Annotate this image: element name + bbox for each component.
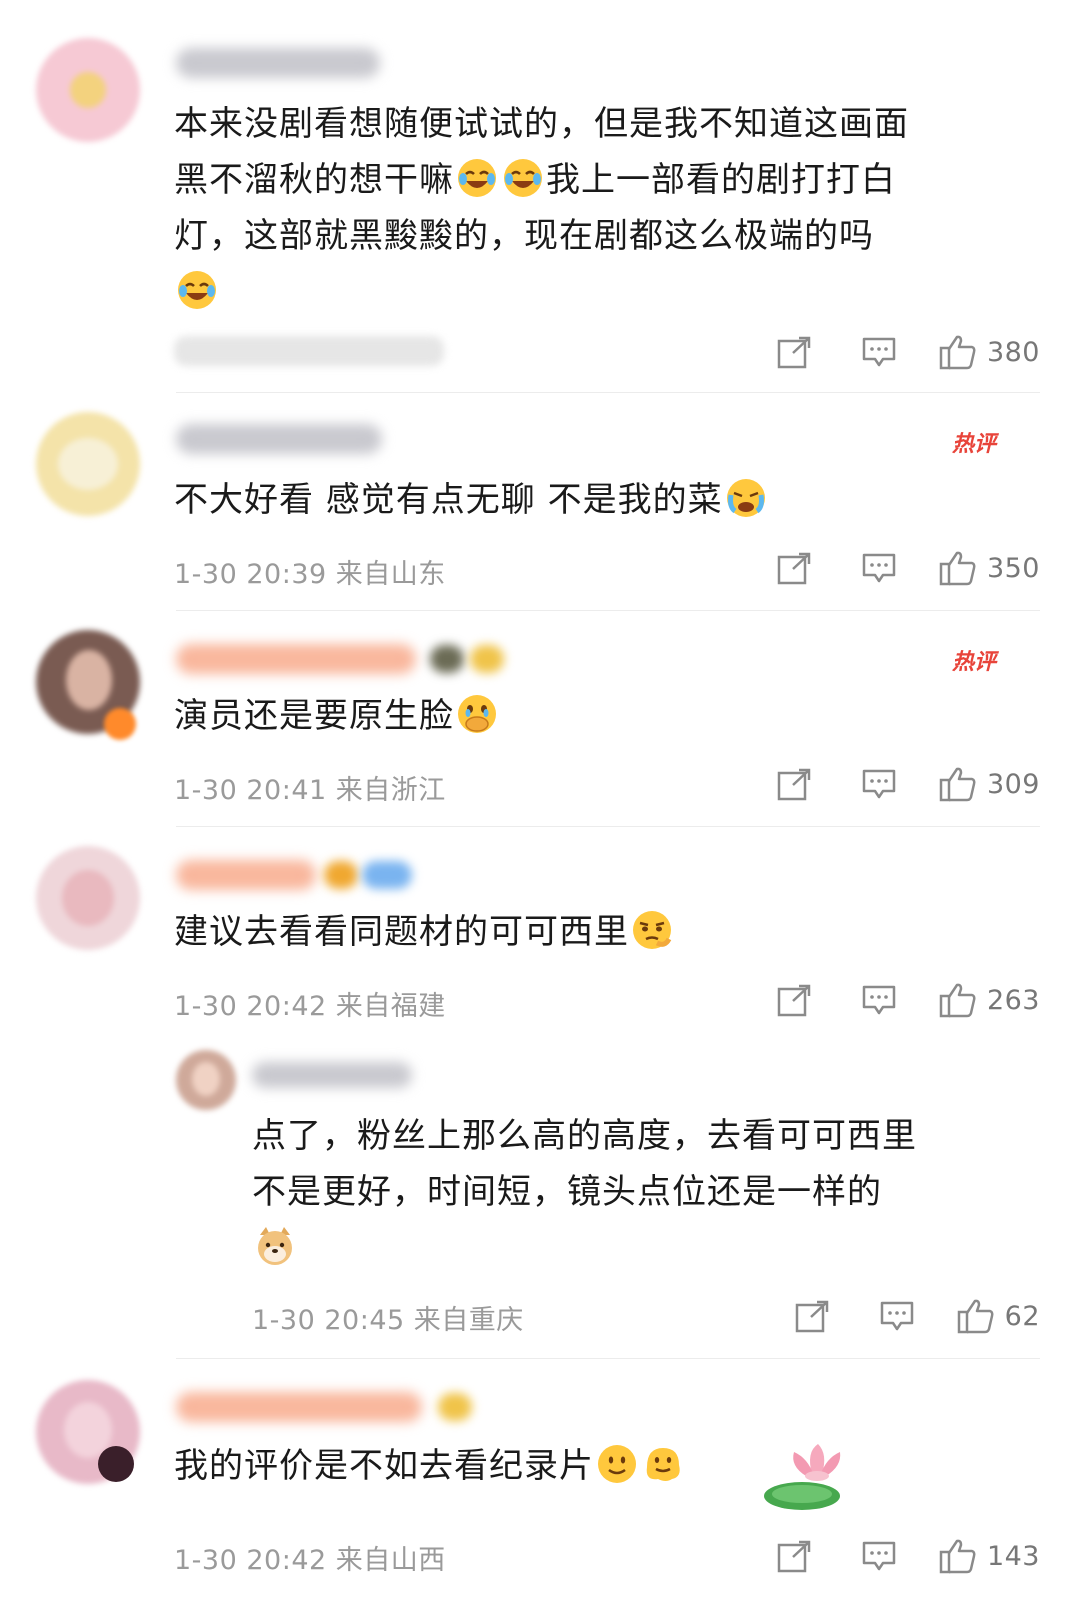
share-icon	[777, 1540, 811, 1573]
username[interactable]	[176, 860, 316, 890]
comment-actions: 143	[753, 1536, 1040, 1576]
thumbs-up-icon	[939, 551, 976, 586]
thinking-emoji	[631, 909, 673, 951]
comment-icon	[862, 553, 896, 583]
username[interactable]	[176, 644, 416, 674]
comment-text: 不大好看 感觉有点无聊 不是我的菜	[174, 472, 1024, 528]
user-badge	[470, 645, 504, 673]
avatar-badge	[104, 708, 136, 740]
reply-meta: 1-30 20:45 来自重庆	[252, 1305, 524, 1336]
like-button[interactable]: 62	[957, 1298, 1040, 1334]
share-button[interactable]	[753, 764, 837, 804]
melting-emoji	[642, 1443, 684, 1485]
avatar[interactable]	[36, 38, 140, 142]
username[interactable]	[176, 1392, 422, 1422]
comment-meta	[174, 336, 444, 366]
laugh-cry-emoji	[502, 157, 544, 199]
reply-button[interactable]	[837, 980, 921, 1020]
like-button[interactable]: 143	[939, 1538, 1040, 1574]
comment-meta: 1-30 20:39 来自山东	[174, 559, 446, 590]
user-badge	[324, 861, 358, 889]
hot-comment-badge: 热评	[952, 432, 997, 457]
reply-text: 点了，粉丝上那么高的高度，去看可可西里 不是更好，时间短，镜头点位还是一样的	[252, 1108, 1032, 1276]
covering-mouth-emoji	[456, 693, 498, 735]
comment-icon	[862, 337, 896, 367]
comment-actions: 350	[753, 548, 1040, 588]
avatar[interactable]	[36, 846, 140, 950]
reply-button[interactable]	[837, 332, 921, 372]
comment-text: 建议去看看同题材的可可西里	[174, 904, 1024, 960]
reply-actions: 62	[771, 1296, 1040, 1336]
share-button[interactable]	[753, 332, 837, 372]
share-icon	[777, 552, 811, 585]
user-badge	[362, 861, 412, 889]
comment-icon	[862, 769, 896, 799]
thumbs-up-icon	[939, 1539, 976, 1574]
reply-button[interactable]	[837, 764, 921, 804]
comment-text: 我的评价是不如去看纪录片	[174, 1438, 1024, 1494]
reply-button[interactable]	[855, 1296, 939, 1336]
reply-button[interactable]	[837, 1536, 921, 1576]
like-button[interactable]: 309	[939, 766, 1040, 802]
comment-text: 演员还是要原生脸	[174, 688, 1024, 744]
like-count: 143	[986, 1540, 1040, 1572]
thumbs-up-icon	[939, 767, 976, 802]
lotus-sticker	[764, 1444, 841, 1510]
laugh-cry-emoji	[456, 157, 498, 199]
comment-icon	[862, 985, 896, 1015]
comment-icon	[862, 1541, 896, 1571]
like-count: 309	[986, 768, 1040, 800]
share-icon	[795, 1300, 828, 1333]
comment-text: 本来没剧看想随便试试的，但是我不知道这画面 黑不溜秋的想干嘛 我上一部看的剧打打白…	[174, 96, 1024, 320]
share-button[interactable]	[771, 1296, 855, 1336]
comment-actions: 309	[753, 764, 1040, 804]
avatar-badge	[98, 1446, 134, 1482]
comment-meta: 1-30 20:42 来自山西	[174, 1545, 446, 1576]
username[interactable]	[252, 1062, 412, 1088]
like-button[interactable]: 350	[939, 550, 1040, 586]
share-icon	[777, 336, 811, 369]
comment-icon	[880, 1301, 913, 1331]
smile-emoji	[596, 1443, 638, 1485]
thumbs-up-icon	[939, 983, 976, 1018]
like-count: 263	[986, 984, 1040, 1016]
avatar[interactable]	[176, 1050, 236, 1110]
crying-emoji	[725, 477, 767, 519]
thumbs-up-icon	[957, 1299, 994, 1334]
share-button[interactable]	[753, 1536, 837, 1576]
user-badge	[438, 1393, 472, 1421]
like-button[interactable]: 380	[939, 334, 1040, 370]
avatar[interactable]	[36, 412, 140, 516]
comment-actions: 380	[753, 332, 1040, 372]
doge-emoji	[254, 1225, 296, 1267]
share-button[interactable]	[753, 980, 837, 1020]
comment-meta: 1-30 20:41 来自浙江	[174, 775, 446, 806]
comment-meta: 1-30 20:42 来自福建	[174, 991, 446, 1022]
like-count: 380	[986, 336, 1040, 368]
user-badge	[430, 645, 464, 673]
reply-button[interactable]	[837, 548, 921, 588]
like-button[interactable]: 263	[939, 982, 1040, 1018]
laugh-cry-emoji	[176, 269, 218, 311]
share-button[interactable]	[753, 548, 837, 588]
hot-comment-badge: 热评	[952, 650, 997, 675]
comment-actions: 263	[753, 980, 1040, 1020]
username[interactable]	[176, 48, 380, 78]
like-count: 62	[1004, 1300, 1040, 1332]
thumbs-up-icon	[939, 335, 976, 370]
share-icon	[777, 984, 811, 1017]
share-icon	[777, 768, 811, 801]
username[interactable]	[176, 424, 382, 454]
like-count: 350	[986, 552, 1040, 584]
